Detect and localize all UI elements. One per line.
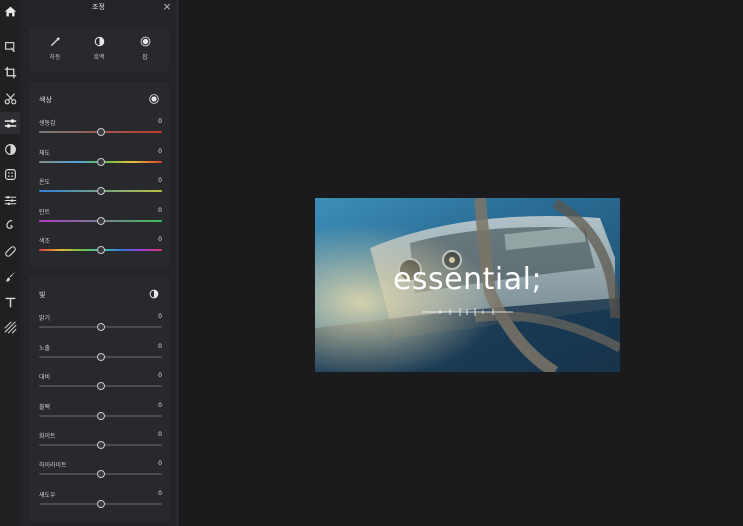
cut-icon[interactable] [0, 87, 20, 109]
slider-label: 채도 [39, 150, 51, 157]
panel-header: 조정 × [20, 0, 177, 15]
slider-contrast: 대비 0 [39, 372, 162, 392]
slider-thumb[interactable] [96, 412, 105, 420]
slider-hue: 색조 0 [39, 236, 162, 256]
radial-icon [140, 36, 150, 47]
canvas-image[interactable]: essential; [315, 198, 620, 372]
slider-label: 블랙 [39, 404, 51, 411]
color-section: 색상 생동감 0 채도 0 온도 0 틴트 0 색조 0 [29, 82, 169, 267]
slider-thumb[interactable] [96, 500, 105, 508]
slider-label: 생동감 [39, 120, 56, 127]
home-icon[interactable] [0, 0, 20, 22]
slider-thumb[interactable] [96, 187, 105, 195]
crop-icon[interactable] [0, 61, 20, 83]
effects-icon[interactable] [0, 189, 20, 211]
bw-button[interactable]: 흑백 [79, 36, 119, 61]
color-wheel-icon[interactable] [149, 94, 159, 104]
slider-value: 0 [158, 148, 162, 155]
slider-saturation: 채도 0 [39, 148, 162, 168]
slider-thumb[interactable] [96, 158, 105, 166]
slider-exposure: 노출 0 [39, 343, 162, 363]
contrast-icon [94, 36, 104, 47]
filter-icon[interactable] [0, 138, 20, 160]
slider-label: 섀도우 [39, 492, 56, 499]
slider-label: 하이라이트 [39, 462, 67, 469]
close-icon[interactable]: × [162, 1, 172, 12]
slider-thumb[interactable] [96, 382, 105, 390]
slider-highlight: 하이라이트 0 [39, 460, 162, 480]
slider-value: 0 [158, 460, 162, 467]
light-section: 빛 밝기 0 노출 0 대비 0 블랙 0 화이트 0 하이라이트 0 섀도우 … [29, 276, 169, 522]
spiral-icon[interactable] [0, 214, 20, 236]
slider-black: 블랙 0 [39, 402, 162, 422]
auto-label: 자동 [49, 54, 61, 61]
slider-value: 0 [158, 343, 162, 350]
auto-button[interactable]: 자동 [35, 36, 75, 61]
slider-vibrance: 생동감 0 [39, 118, 162, 138]
pop-label: 팝 [142, 54, 148, 61]
slider-thumb[interactable] [96, 470, 105, 478]
text-icon[interactable] [0, 291, 20, 313]
slider-thumb[interactable] [96, 441, 105, 449]
bw-label: 흑백 [93, 54, 105, 61]
slider-value: 0 [158, 372, 162, 379]
slider-label: 밝기 [39, 315, 51, 322]
slider-value: 0 [158, 118, 162, 125]
slider-value: 0 [158, 313, 162, 320]
bandage-icon[interactable] [0, 240, 20, 262]
slider-thumb[interactable] [96, 323, 105, 331]
slider-value: 0 [158, 236, 162, 243]
slider-label: 온도 [39, 179, 51, 186]
half-circle-icon[interactable] [149, 289, 159, 299]
brush-icon[interactable] [0, 265, 20, 287]
slider-shadow: 섀도우 0 [39, 490, 162, 510]
light-section-title: 빛 [39, 291, 46, 299]
slider-temperature: 온도 0 [39, 177, 162, 197]
slider-value: 0 [158, 490, 162, 497]
slider-label: 색조 [39, 238, 51, 245]
slider-value: 0 [158, 431, 162, 438]
slider-thumb[interactable] [96, 353, 105, 361]
panel-title: 조정 [92, 3, 105, 11]
slider-white: 화이트 0 [39, 431, 162, 451]
slider-thumb[interactable] [96, 217, 105, 225]
slider-label: 노출 [39, 345, 51, 352]
panel-scrollbar[interactable] [176, 0, 179, 526]
slider-value: 0 [158, 177, 162, 184]
adjust-icon[interactable] [0, 112, 20, 134]
slider-value: 0 [158, 402, 162, 409]
quick-actions: 자동 흑백 팝 [29, 28, 169, 72]
texture-icon[interactable] [0, 163, 20, 185]
magic-wand-icon [50, 36, 60, 47]
overlay-text: essential; [392, 262, 543, 297]
slider-thumb[interactable] [96, 128, 105, 136]
pop-button[interactable]: 팝 [125, 36, 165, 61]
select-icon[interactable] [0, 36, 20, 58]
slider-thumb[interactable] [96, 246, 105, 254]
slider-label: 틴트 [39, 209, 51, 216]
slider-value: 0 [158, 207, 162, 214]
color-section-title: 색상 [39, 96, 52, 104]
pattern-icon[interactable] [0, 316, 20, 338]
slider-brightness: 밝기 0 [39, 313, 162, 333]
slider-tint: 틴트 0 [39, 207, 162, 227]
tool-rail [0, 0, 20, 526]
slider-label: 대비 [39, 374, 51, 381]
adjust-panel: 조정 × 자동 흑백 팝 색상 생동감 0 채도 0 온도 0 틴트 0 색조 … [20, 0, 177, 526]
slider-label: 화이트 [39, 433, 56, 440]
